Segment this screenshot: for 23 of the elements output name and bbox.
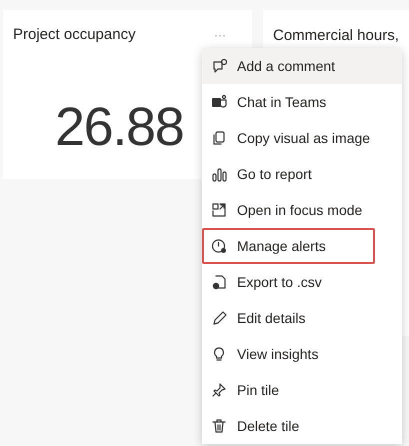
menu-item[interactable]: Edit details — [202, 300, 402, 336]
lightbulb-icon — [211, 346, 227, 362]
menu-item[interactable]: Pin tile — [202, 372, 402, 408]
menu-item[interactable]: Export to .csv — [202, 264, 402, 300]
trash-icon — [211, 418, 227, 434]
tile-title: Project occupancy — [13, 25, 136, 45]
menu-item[interactable]: Manage alerts — [202, 228, 402, 264]
menu-item[interactable]: Copy visual as image — [202, 120, 402, 156]
bar-chart-icon — [211, 166, 227, 182]
menu-item[interactable]: View insights — [202, 336, 402, 372]
menu-item[interactable]: Add a comment — [202, 48, 402, 84]
menu-item[interactable]: Open in focus mode — [202, 192, 402, 228]
pin-icon — [211, 382, 227, 398]
pencil-icon — [211, 310, 227, 326]
file-export-icon — [211, 274, 227, 290]
tile-title: Commercial hours, — [273, 27, 399, 44]
expand-icon — [211, 202, 227, 218]
kpi-value: 26.88 — [55, 100, 184, 154]
menu-item[interactable]: Delete tile — [202, 408, 402, 444]
comment-icon — [211, 58, 227, 74]
menu-item[interactable]: Go to report — [202, 156, 402, 192]
menu-item[interactable]: Chat in Teams — [202, 84, 402, 120]
copy-icon — [211, 130, 227, 146]
